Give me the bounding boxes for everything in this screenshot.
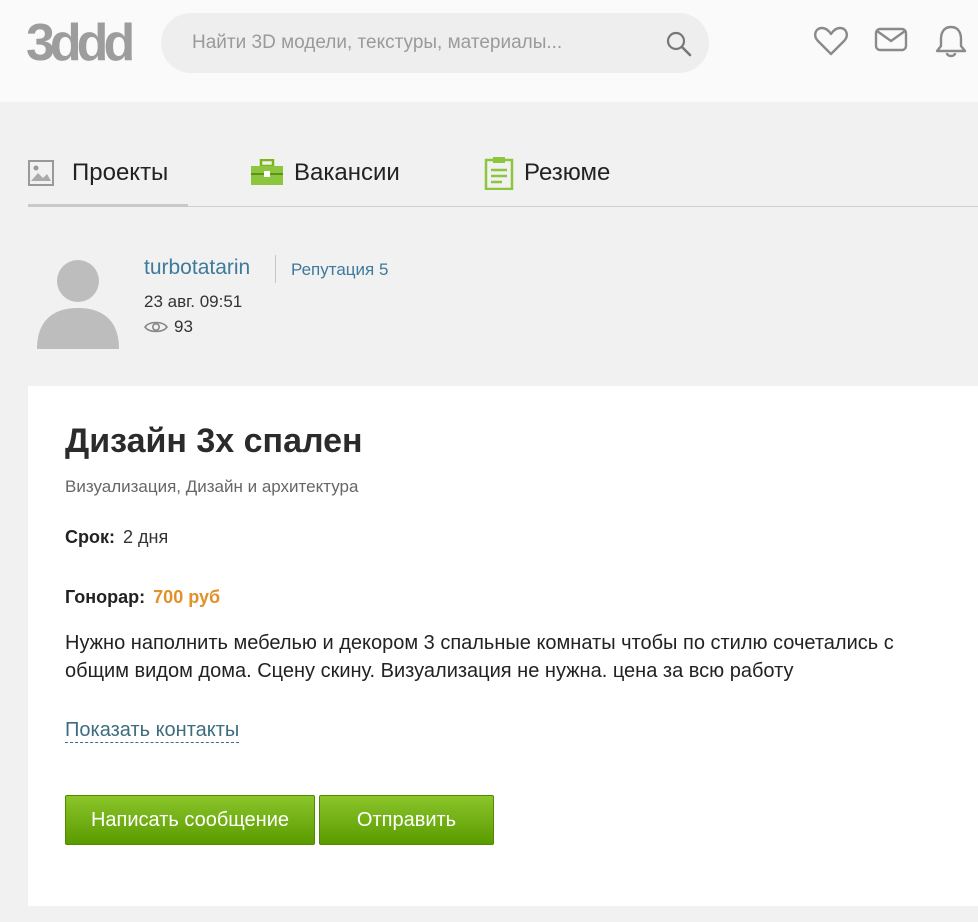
top-header: 3ddd Найти 3D модели, текстуры, материал… [0, 0, 978, 102]
image-icon [28, 160, 54, 186]
divider [275, 255, 276, 283]
project-description: Нужно наполнить мебелью и декором 3 спал… [65, 632, 894, 682]
author-reputation: Репутация 5 [291, 260, 389, 279]
tab-resume-label: Резюме [524, 159, 611, 186]
bell-icon[interactable] [932, 22, 970, 60]
write-message-button[interactable]: Написать сообщение [65, 795, 315, 845]
post-date: 23 авг. 09:51 [144, 292, 243, 311]
avatar[interactable] [34, 252, 122, 350]
show-contacts-link[interactable]: Показать контакты [65, 718, 240, 743]
svg-text:3ddd: 3ddd [26, 14, 132, 68]
heart-icon[interactable] [812, 22, 850, 60]
tab-vacancies[interactable]: Вакансии [250, 140, 440, 206]
tab-projects[interactable]: Проекты [28, 140, 188, 207]
deadline-value: 2 дня [123, 527, 169, 547]
deadline-row: Срок: 2 дня [65, 527, 168, 548]
mail-icon[interactable] [872, 22, 910, 60]
project-category: Визуализация, Дизайн и архитектура [65, 477, 359, 496]
section-tabs: Проекты Вакансии Резюме [28, 140, 978, 207]
send-button[interactable]: Отправить [319, 795, 494, 845]
fee-value: 700 руб [153, 587, 221, 607]
author-username[interactable]: turbotatarin [144, 256, 250, 280]
tab-vacancies-label: Вакансии [294, 159, 400, 186]
fee-row: Гонорар: 700 руб [65, 587, 220, 608]
tab-projects-label: Проекты [72, 159, 169, 186]
tab-resume[interactable]: Резюме [484, 140, 664, 206]
search-icon[interactable] [665, 30, 693, 58]
eye-icon [144, 321, 168, 333]
project-title: Дизайн 3х спален [65, 422, 363, 460]
search-bar[interactable]: Найти 3D модели, текстуры, материалы... [161, 13, 709, 73]
search-input[interactable]: Найти 3D модели, текстуры, материалы... [192, 32, 562, 54]
briefcase-icon [251, 159, 283, 185]
site-logo[interactable]: 3ddd [26, 14, 134, 68]
project-card: Дизайн 3х спален Визуализация, Дизайн и … [28, 386, 978, 906]
clipboard-icon [484, 157, 514, 190]
view-count: 93 [174, 317, 193, 336]
deadline-label: Срок: [65, 527, 115, 547]
fee-label: Гонорар: [65, 587, 146, 607]
